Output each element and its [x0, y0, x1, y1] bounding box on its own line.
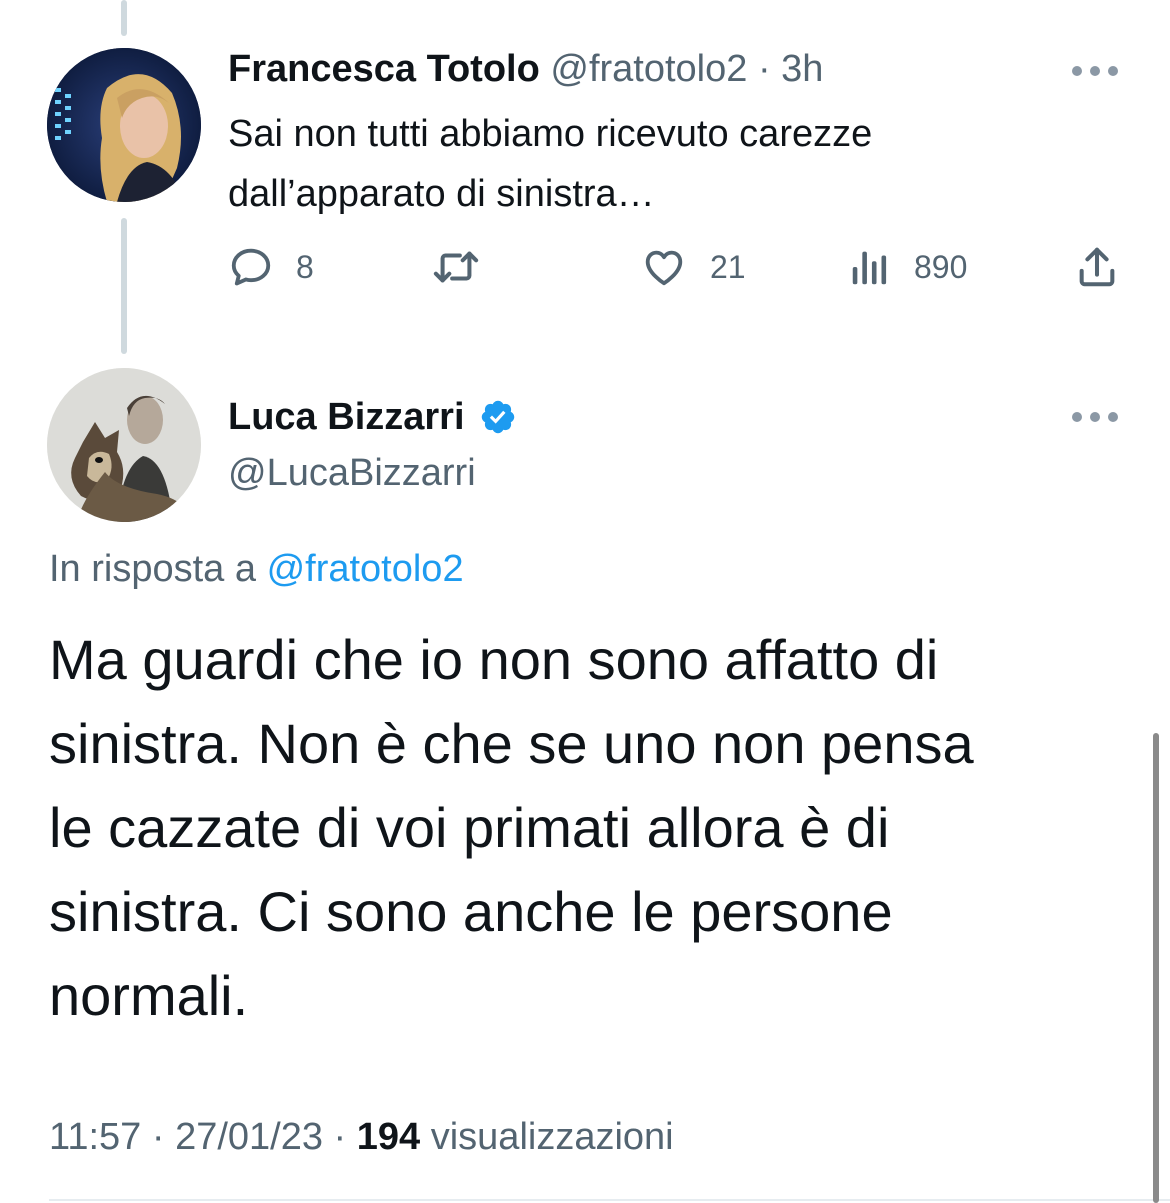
- author-name-row: Luca Bizzarri: [228, 392, 517, 442]
- retweet-icon: [428, 244, 484, 290]
- views-count[interactable]: 194: [357, 1116, 420, 1158]
- separator: ·: [333, 1116, 347, 1158]
- divider: [49, 1199, 1170, 1201]
- author-handle[interactable]: @LucaBizzarri: [228, 448, 476, 498]
- reply-count: 8: [296, 248, 314, 285]
- tweet-meta: 11:57 · 27/01/23 · 194 visualizzazioni: [49, 1112, 674, 1162]
- main-tweet-text: Ma guardi che io non sono affatto di sin…: [49, 628, 974, 1027]
- tweet-time[interactable]: 11:57: [49, 1116, 141, 1158]
- views-count: 890: [914, 248, 968, 285]
- tweet-date[interactable]: 27/01/23: [175, 1116, 323, 1158]
- avatar-luca-bizzarri[interactable]: [47, 368, 201, 522]
- like-count: 21: [710, 248, 746, 285]
- reply-icon: [228, 244, 274, 290]
- author-handle[interactable]: @fratotolo2: [550, 48, 747, 90]
- more-icon[interactable]: [1072, 64, 1118, 78]
- tweet-actions: 8 21 890: [228, 240, 1120, 294]
- reply-context: In risposta a @fratotolo2: [49, 544, 464, 594]
- more-icon[interactable]: [1072, 410, 1118, 424]
- reply-prefix: In risposta a: [49, 548, 256, 590]
- like-button[interactable]: 21: [640, 240, 746, 294]
- views-button[interactable]: 890: [848, 240, 967, 294]
- separator: ·: [757, 48, 771, 90]
- author-name[interactable]: Luca Bizzarri: [228, 392, 465, 442]
- like-icon: [640, 244, 688, 290]
- thread-line: [121, 218, 127, 354]
- thread-line: [121, 0, 127, 36]
- reply-button[interactable]: 8: [228, 240, 314, 294]
- reply-to-link[interactable]: @fratotolo2: [267, 548, 464, 590]
- tweet-time[interactable]: 3h: [781, 48, 823, 90]
- scrollbar[interactable]: [1153, 733, 1159, 1203]
- parent-tweet-text: Sai non tutti abbiamo ricevuto carezze d…: [228, 113, 873, 215]
- author-name[interactable]: Francesca Totolo: [228, 48, 540, 90]
- retweet-button[interactable]: [428, 240, 506, 294]
- share-icon: [1074, 244, 1120, 290]
- share-button[interactable]: [1074, 240, 1120, 294]
- avatar-francesca-totolo[interactable]: [47, 48, 201, 202]
- separator: ·: [151, 1116, 165, 1158]
- views-label: visualizzazioni: [430, 1116, 674, 1158]
- views-icon: [848, 244, 892, 290]
- parent-tweet-header: Francesca Totolo @fratotolo2 · 3h: [228, 44, 823, 94]
- verified-badge-icon: [479, 398, 517, 436]
